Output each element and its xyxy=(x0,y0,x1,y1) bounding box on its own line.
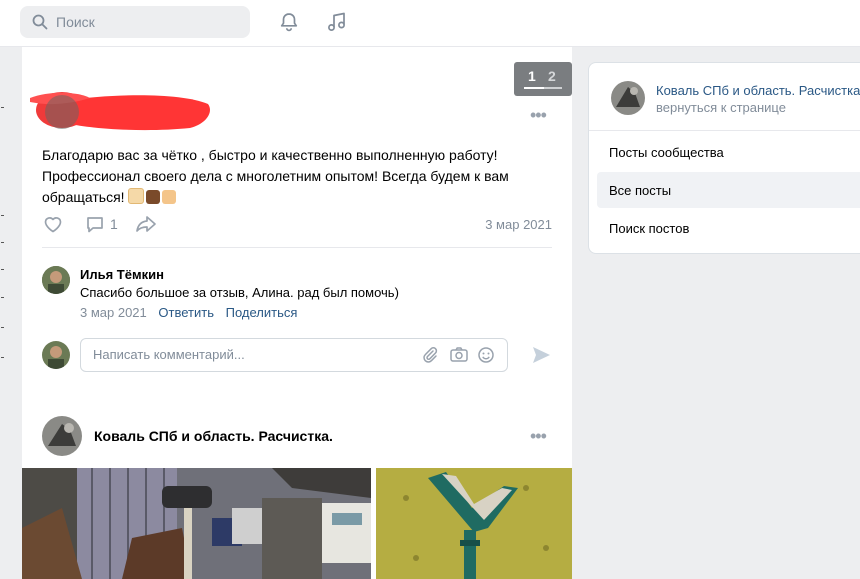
post-date[interactable]: 3 мар 2021 xyxy=(485,217,552,232)
share-button[interactable] xyxy=(134,213,158,235)
back-to-page-link[interactable]: вернуться к странице xyxy=(656,100,786,115)
heart-icon xyxy=(44,217,62,233)
search-box[interactable]: Поиск xyxy=(20,6,250,38)
divider xyxy=(42,247,552,248)
comment-icon xyxy=(87,217,103,233)
post-more-icon[interactable]: ••• xyxy=(530,106,547,124)
search-icon xyxy=(32,14,48,30)
share-link[interactable]: Поделиться xyxy=(226,305,298,320)
comment-meta: 3 мар 2021 Ответить Поделиться xyxy=(80,305,297,320)
comment-placeholder[interactable]: Написать комментарий... xyxy=(93,347,245,362)
raised-hands-emoji xyxy=(128,188,145,204)
camera-icon[interactable] xyxy=(449,346,469,364)
like-button[interactable] xyxy=(42,213,64,235)
music-icon[interactable] xyxy=(326,11,348,33)
post-actions: 1 3 мар 2021 xyxy=(42,213,552,237)
attach-icon[interactable] xyxy=(421,346,439,364)
post2-photo-1[interactable] xyxy=(22,468,371,579)
share-icon xyxy=(136,216,156,232)
thumbs-up-emoji xyxy=(162,190,177,204)
group-avatar[interactable] xyxy=(42,416,82,456)
reply-link[interactable]: Ответить xyxy=(158,305,214,320)
left-edge xyxy=(0,47,14,579)
comment-date[interactable]: 3 мар 2021 xyxy=(80,305,147,320)
sidebar-group-name[interactable]: Коваль СПб и область. Расчистка. xyxy=(656,83,860,98)
comment-text: Спасибо большое за отзыв, Алина. рад был… xyxy=(80,285,399,300)
top-bar: Поиск xyxy=(0,0,860,47)
ox-emoji xyxy=(146,190,161,204)
image-pager[interactable]: 1 2 xyxy=(514,62,572,96)
divider xyxy=(589,130,860,131)
comment-author[interactable]: Илья Тёмкин xyxy=(80,267,164,282)
comment-input[interactable]: Написать комментарий... xyxy=(80,338,508,372)
post2-more-icon[interactable]: ••• xyxy=(530,427,547,445)
search-input[interactable]: Поиск xyxy=(56,14,95,30)
sidebar: Коваль СПб и область. Расчистка. вернуть… xyxy=(588,62,860,254)
redacted-author xyxy=(30,88,215,137)
pager-page-1[interactable]: 1 xyxy=(528,68,536,84)
sidebar-item-search-posts[interactable]: Поиск постов xyxy=(597,210,860,246)
sidebar-item-all-posts[interactable]: Все посты xyxy=(597,172,860,208)
avatar[interactable] xyxy=(42,266,70,294)
send-icon[interactable] xyxy=(530,344,552,366)
sidebar-item-community-posts[interactable]: Посты сообщества xyxy=(597,134,860,170)
post2-photo-2[interactable] xyxy=(376,468,572,579)
smile-icon[interactable] xyxy=(477,346,495,364)
post-text: Благодарю вас за чётко , быстро и качест… xyxy=(42,147,509,205)
comment-count: 1 xyxy=(110,216,118,232)
pager-page-2[interactable]: 2 xyxy=(548,68,556,84)
sidebar-group-avatar[interactable] xyxy=(611,81,645,115)
bell-icon[interactable] xyxy=(278,11,300,33)
my-avatar[interactable] xyxy=(42,341,70,369)
comment-button[interactable]: 1 xyxy=(84,213,118,235)
post2-author[interactable]: Коваль СПб и область. Расчистка. xyxy=(94,428,333,444)
